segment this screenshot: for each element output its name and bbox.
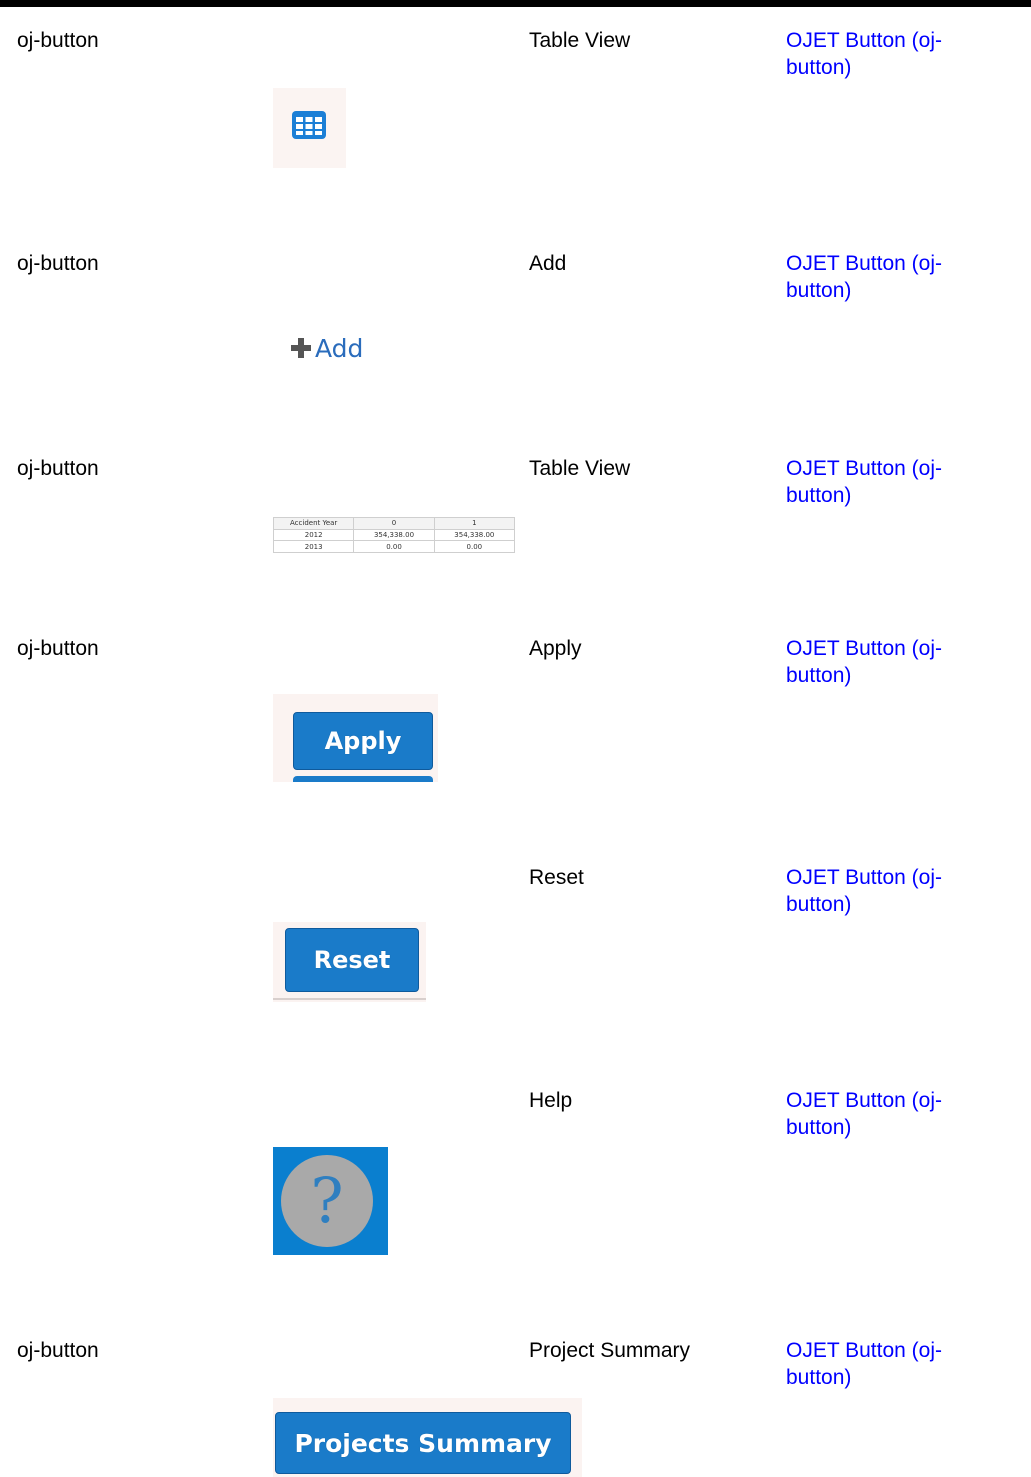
button-label: Help bbox=[529, 1089, 573, 1112]
mini-table-cell: 2013 bbox=[272, 540, 355, 553]
button-label: Add bbox=[529, 252, 567, 275]
component-name: oj-button bbox=[17, 1339, 99, 1362]
component-name: oj-button bbox=[17, 457, 99, 480]
projects-summary-button: Projects Summary bbox=[275, 1412, 571, 1474]
button-label: Project Summary bbox=[529, 1339, 691, 1362]
table-view-button-image bbox=[273, 88, 346, 168]
mini-table-cell: 354,338.00 bbox=[353, 528, 435, 542]
add-label: Add bbox=[315, 333, 364, 363]
mini-table-cell: 0.00 bbox=[353, 540, 435, 553]
button-label: Table View bbox=[529, 29, 631, 52]
mini-table-header: Accident Year bbox=[272, 517, 355, 530]
ojet-button-link[interactable]: OJET Button (oj- button) bbox=[786, 455, 976, 509]
apply-button-image: Apply bbox=[273, 694, 438, 782]
help-button-image: ? bbox=[273, 1147, 388, 1255]
ojet-button-link[interactable]: OJET Button (oj- button) bbox=[786, 1337, 976, 1391]
ojet-button-link[interactable]: OJET Button (oj- button) bbox=[786, 635, 976, 689]
projects-summary-button-image: Projects Summary bbox=[273, 1398, 582, 1477]
mini-table-header-row: Accident Year 0 1 bbox=[272, 517, 516, 530]
divider bbox=[273, 998, 426, 1000]
mini-table-row: 2013 0.00 0.00 bbox=[272, 540, 516, 553]
button-label: Table View bbox=[529, 457, 631, 480]
ojet-button-link[interactable]: OJET Button (oj- button) bbox=[786, 864, 976, 918]
button-label: Apply bbox=[529, 637, 582, 660]
mini-table-cell: 2012 bbox=[272, 528, 355, 542]
mini-table-row: 2012 354,338.00 354,338.00 bbox=[272, 528, 516, 542]
mini-table-cell: 354,338.00 bbox=[433, 528, 516, 542]
mini-table-header: 1 bbox=[433, 517, 516, 530]
button-label: Reset bbox=[529, 866, 584, 889]
table-view-image: Accident Year 0 1 2012 354,338.00 354,33… bbox=[272, 517, 516, 553]
table-grid-icon bbox=[292, 111, 326, 139]
ojet-button-link[interactable]: OJET Button (oj- button) bbox=[786, 1087, 976, 1141]
component-name: oj-button bbox=[17, 252, 99, 275]
question-mark: ? bbox=[310, 1164, 344, 1237]
reset-button: Reset bbox=[285, 928, 419, 992]
mini-table-header: 0 bbox=[353, 517, 435, 530]
apply-button: Apply bbox=[293, 712, 433, 770]
component-name: oj-button bbox=[17, 29, 99, 52]
ojet-button-link[interactable]: OJET Button (oj- button) bbox=[786, 27, 976, 81]
button-edge bbox=[293, 776, 433, 782]
reset-button-image: Reset bbox=[273, 922, 426, 1002]
help-question-icon: ? bbox=[281, 1155, 373, 1247]
plus-icon bbox=[291, 338, 311, 358]
component-name: oj-button bbox=[17, 637, 99, 660]
top-rule bbox=[0, 0, 1031, 7]
mini-table-cell: 0.00 bbox=[433, 540, 516, 553]
ojet-button-link[interactable]: OJET Button (oj- button) bbox=[786, 250, 976, 304]
add-button-image: Add bbox=[290, 330, 363, 366]
